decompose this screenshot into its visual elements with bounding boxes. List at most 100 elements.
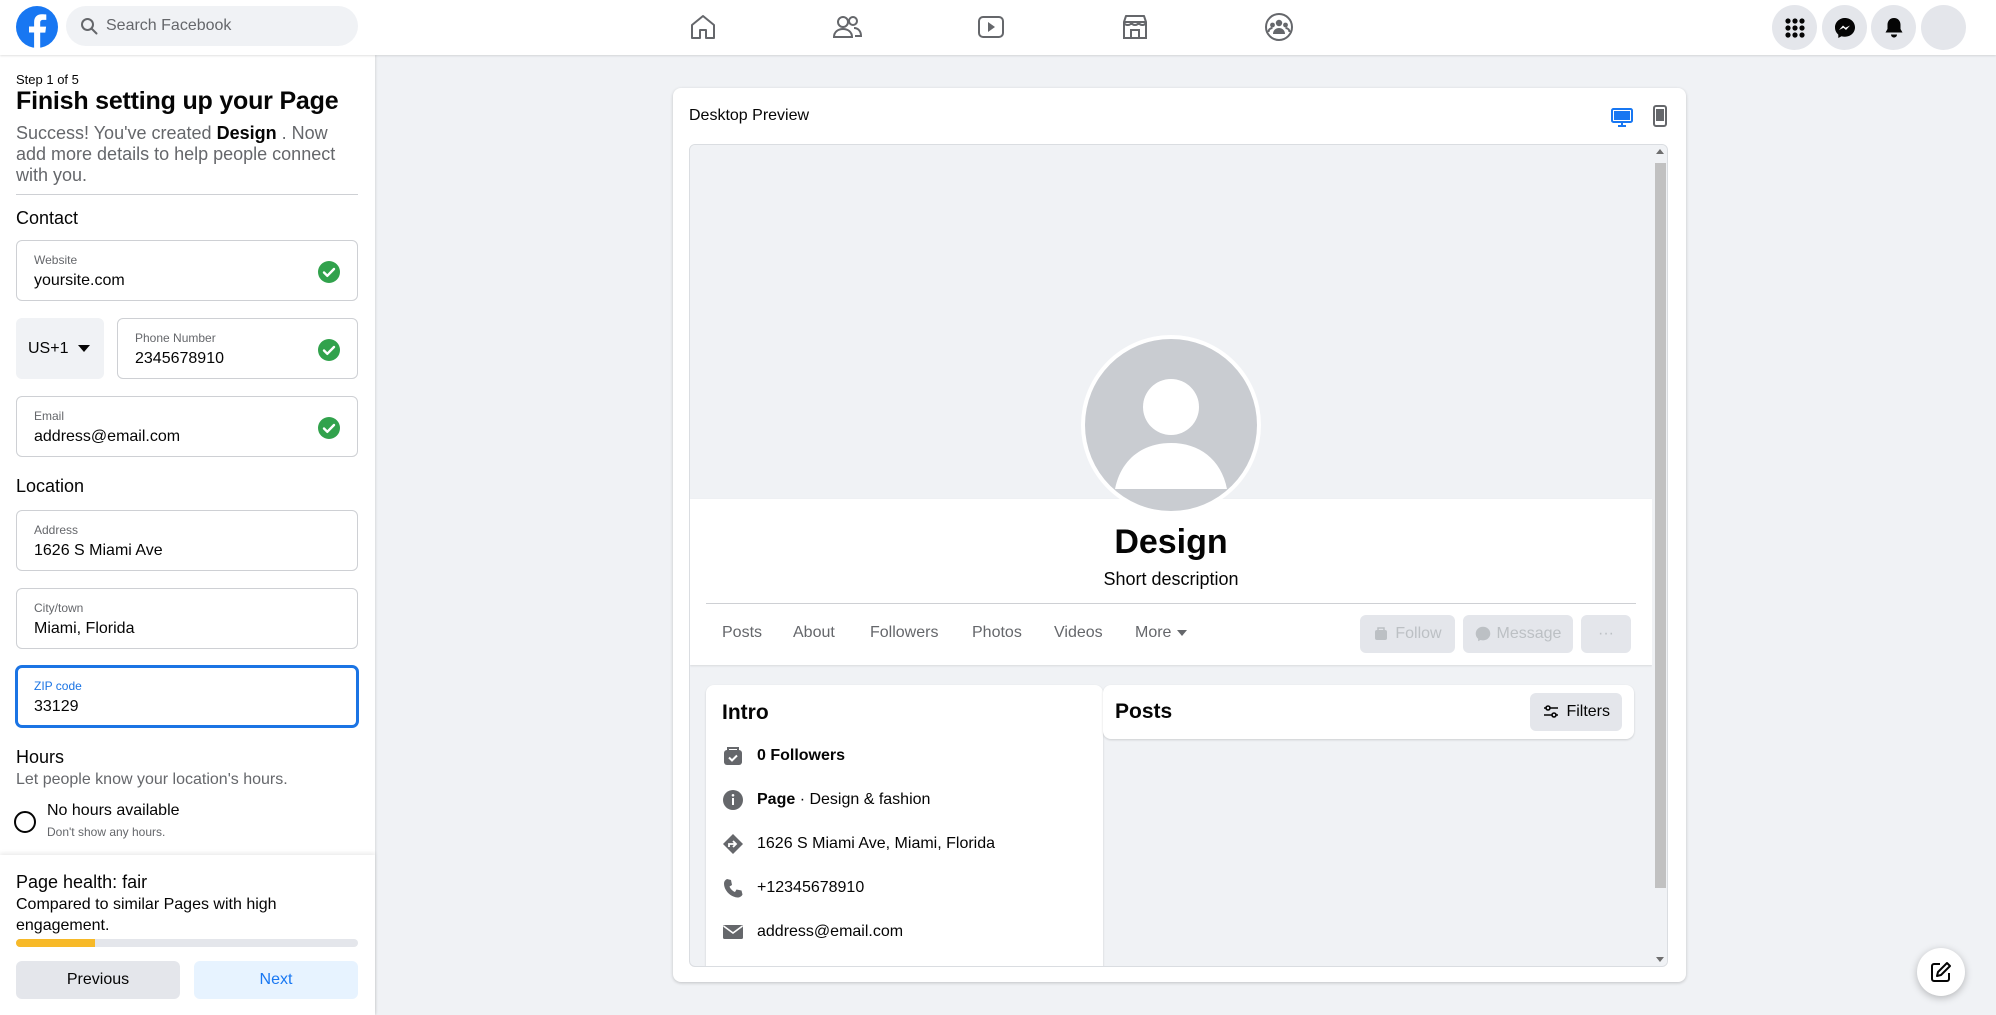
search-icon — [80, 17, 98, 35]
preview-phone: +12345678910 — [757, 879, 865, 896]
category-row: Page · Design & fashion — [722, 789, 930, 811]
phone-field[interactable]: Phone Number 2345678910 — [117, 318, 358, 379]
scroll-up-arrow-icon[interactable] — [1656, 149, 1664, 154]
page-health-title: Page health: fair — [16, 872, 148, 892]
country-code-select[interactable]: US+1 — [16, 318, 104, 379]
page-setup-panel: Step 1 of 5 Finish setting up your Page … — [0, 55, 375, 1015]
followers-row: 0 Followers — [722, 745, 845, 767]
email-field[interactable]: Email address@email.com — [16, 396, 358, 457]
tab-more[interactable]: More — [1135, 624, 1188, 642]
compose-icon — [1931, 962, 1951, 982]
setup-intro-text: Success! You've created Design . Now add… — [16, 123, 356, 186]
tab-about[interactable]: About — [793, 624, 835, 642]
city-label: City/town — [34, 601, 84, 615]
previous-button[interactable]: Previous — [16, 961, 180, 999]
preview-page-name: Design — [1114, 523, 1228, 561]
zip-label: ZIP code — [34, 679, 82, 693]
city-value[interactable]: Miami, Florida — [34, 620, 134, 638]
menu-icon[interactable] — [1772, 5, 1817, 50]
page-health-footer: Page health: fair Compared to similar Pa… — [0, 855, 375, 1015]
address-row: 1626 S Miami Ave, Miami, Florida — [722, 833, 995, 855]
messenger-icon — [1475, 626, 1490, 642]
tab-videos[interactable]: Videos — [1054, 624, 1103, 642]
category-value: · Design & fashion — [795, 791, 931, 808]
messenger-icon[interactable] — [1822, 5, 1867, 50]
scroll-down-arrow-icon[interactable] — [1656, 957, 1664, 962]
scrollbar-thumb[interactable] — [1655, 163, 1666, 888]
category-label: Page — [757, 791, 796, 808]
city-field[interactable]: City/town Miami, Florida — [16, 588, 358, 649]
desktop-icon[interactable] — [1610, 105, 1634, 129]
no-hours-radio[interactable] — [14, 811, 36, 833]
phone-row: +12345678910 — [722, 877, 864, 899]
email-label: Email — [34, 409, 65, 423]
step-indicator: Step 1 of 5 — [16, 72, 79, 87]
followers-icon — [722, 745, 744, 767]
address-value[interactable]: 1626 S Miami Ave — [34, 542, 163, 560]
page-health-progress-bar — [16, 939, 358, 947]
watch-icon[interactable] — [974, 10, 1008, 44]
home-icon[interactable] — [686, 10, 720, 44]
website-value[interactable]: yoursite.com — [34, 272, 125, 290]
tab-more-label: More — [1135, 624, 1172, 641]
divider — [706, 603, 1636, 604]
website-label: Website — [34, 253, 78, 267]
tab-photos[interactable]: Photos — [972, 624, 1022, 642]
check-icon — [317, 416, 341, 440]
tab-followers[interactable]: Followers — [870, 624, 938, 642]
email-icon — [722, 921, 744, 943]
tab-posts[interactable]: Posts — [722, 624, 762, 642]
email-row: address@email.com — [722, 921, 903, 943]
search-input[interactable] — [106, 17, 326, 35]
zip-field[interactable]: ZIP code 33129 — [16, 666, 358, 727]
account-icon[interactable] — [1921, 5, 1966, 50]
posts-title: Posts — [1115, 700, 1173, 723]
no-hours-label[interactable]: No hours available — [47, 802, 180, 820]
page-health-subtitle: Compared to similar Pages with high enga… — [16, 896, 277, 934]
preview-frame: Design Short description Posts About Fol… — [689, 144, 1668, 967]
intro-title: Intro — [722, 701, 769, 724]
next-button[interactable]: Next — [194, 961, 358, 999]
message-label: Message — [1496, 625, 1562, 642]
chevron-down-icon — [78, 345, 91, 352]
marketplace-icon[interactable] — [1118, 10, 1152, 44]
follow-button[interactable]: Follow — [1360, 615, 1455, 653]
follow-icon — [1375, 627, 1388, 640]
divider — [16, 194, 358, 195]
filters-button[interactable]: Filters — [1530, 693, 1622, 731]
message-button[interactable]: Message — [1463, 615, 1573, 653]
friends-icon[interactable] — [830, 10, 864, 44]
website-field[interactable]: Website yoursite.com — [16, 240, 358, 301]
country-code-value: US+1 — [28, 339, 69, 357]
top-navigation-bar — [0, 0, 1996, 55]
no-hours-subtitle: Don't show any hours. — [47, 825, 166, 839]
page-health-progress-fill — [16, 939, 95, 947]
caret-down-icon — [1177, 630, 1188, 636]
filters-icon — [1544, 705, 1559, 718]
location-heading: Location — [16, 476, 85, 496]
avatar-silhouette-icon — [1115, 379, 1227, 489]
notifications-icon[interactable] — [1871, 5, 1916, 50]
desktop-preview-card: Desktop Preview Design Short description… — [673, 88, 1686, 982]
info-icon — [722, 789, 744, 811]
mobile-icon[interactable] — [1648, 104, 1672, 128]
profile-picture — [1081, 335, 1261, 515]
address-label: Address — [34, 523, 79, 537]
new-message-button[interactable] — [1917, 948, 1965, 996]
phone-value[interactable]: 2345678910 — [135, 350, 224, 368]
check-icon — [317, 260, 341, 284]
preview-page-description: Short description — [1103, 569, 1239, 589]
hours-heading: Hours — [16, 747, 65, 767]
preview-scrollbar[interactable] — [1652, 145, 1667, 966]
zip-value[interactable]: 33129 — [34, 698, 79, 716]
search-box[interactable] — [66, 6, 358, 46]
groups-icon[interactable] — [1262, 10, 1296, 44]
email-value[interactable]: address@email.com — [34, 428, 180, 446]
intro-card: Intro 0 Followers Page · Design & fashio… — [706, 685, 1103, 966]
page-title: Finish setting up your Page — [16, 87, 339, 115]
facebook-logo-icon[interactable] — [16, 6, 58, 48]
phone-icon — [722, 877, 744, 899]
more-options-button[interactable]: ··· — [1581, 615, 1631, 653]
address-field[interactable]: Address 1626 S Miami Ave — [16, 510, 358, 571]
preview-title: Desktop Preview — [689, 107, 810, 124]
